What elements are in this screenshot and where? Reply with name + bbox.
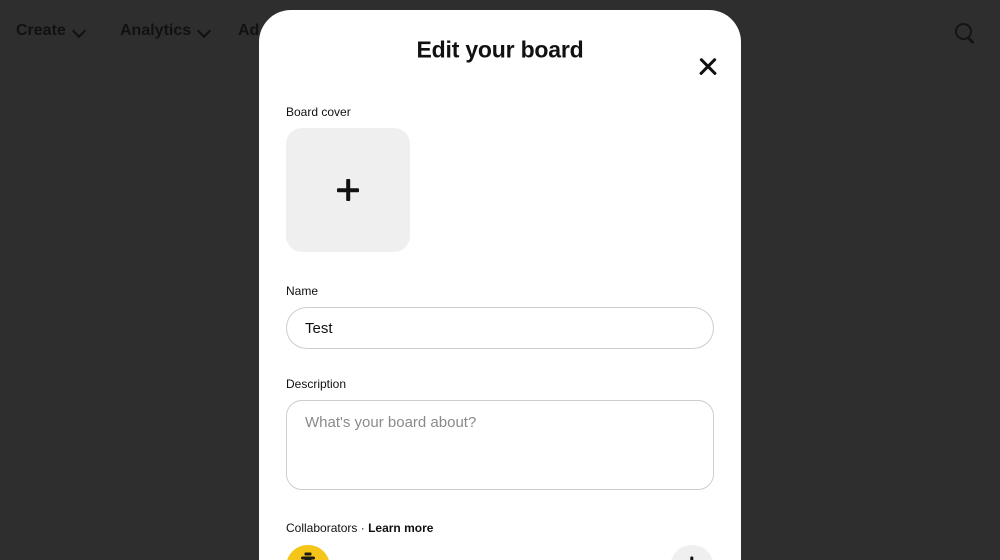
- nav-item-label: Analytics: [120, 22, 192, 39]
- nav-item-analytics[interactable]: Analytics: [120, 22, 211, 40]
- board-description-label: Description: [286, 377, 347, 391]
- learn-more-link[interactable]: Learn more: [368, 521, 433, 535]
- plus-icon-vertical: [346, 179, 350, 201]
- chevron-down-icon: [73, 24, 86, 37]
- board-cover-label: Board cover: [286, 105, 351, 119]
- board-description-input[interactable]: [286, 400, 714, 490]
- collaborators-label-text: Collaborators: [286, 521, 358, 535]
- collaborators-label: Collaborators · Learn more: [286, 521, 714, 536]
- board-description-section: Description: [286, 377, 714, 495]
- page-title: Edit your board: [416, 36, 584, 63]
- chevron-down-icon: [198, 24, 211, 37]
- nav-item-label: Ad: [238, 22, 260, 39]
- collaborators-section: Collaborators · Learn more: [286, 521, 714, 560]
- board-name-label: Name: [286, 284, 319, 298]
- plus-icon-vertical: [690, 556, 694, 560]
- search-icon[interactable]: [952, 20, 978, 46]
- add-collaborator-button[interactable]: [670, 545, 714, 560]
- board-name-input[interactable]: [286, 307, 714, 349]
- edit-board-modal: Edit your board Board cover Name Descrip…: [259, 10, 741, 560]
- search-icon-handle: [967, 36, 975, 45]
- board-name-section: Name: [286, 284, 714, 349]
- avatar[interactable]: [286, 545, 330, 560]
- nav-item-ads[interactable]: Ad: [238, 22, 259, 40]
- board-cover-section: Board cover: [286, 105, 714, 252]
- close-icon[interactable]: [694, 53, 722, 81]
- modal-header: Edit your board: [259, 10, 741, 96]
- collaborators-row: [286, 545, 714, 560]
- nav-item-label: Create: [16, 22, 66, 39]
- collaborators-separator: ·: [360, 521, 365, 535]
- modal-body: Board cover Name Description Collaborato…: [259, 105, 741, 560]
- board-cover-upload-button[interactable]: [286, 128, 410, 252]
- nav-item-create[interactable]: Create: [16, 22, 86, 40]
